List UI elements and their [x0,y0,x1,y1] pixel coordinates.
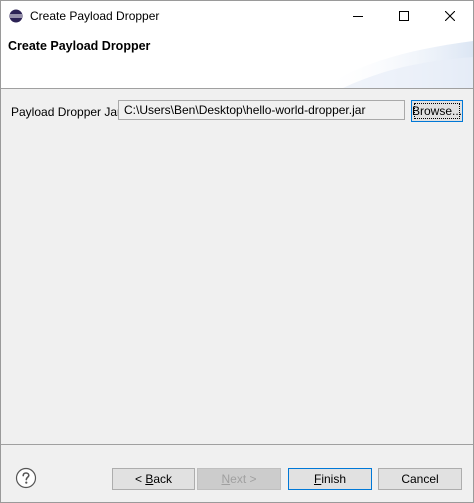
finish-button[interactable]: Finish [288,468,372,490]
wizard-header: Create Payload Dropper [1,31,473,88]
next-label-mnemonic: N [221,472,231,486]
maximize-button[interactable] [381,1,427,31]
title-bar[interactable]: Create Payload Dropper [1,1,473,31]
header-banner-graphic [323,41,473,88]
eclipse-icon [9,9,23,23]
back-button[interactable]: < Back [112,468,195,490]
finish-label-rest: inish [321,472,347,486]
minimize-button[interactable] [335,1,381,31]
help-icon[interactable] [15,467,37,489]
wizard-content: Payload Dropper Jar: Browse... [1,89,473,444]
next-button[interactable]: Next > [197,468,281,490]
next-label-rest: ext > [230,472,257,486]
page-title: Create Payload Dropper [8,39,151,53]
close-button[interactable] [427,1,473,31]
back-label-rest: ack [153,472,173,486]
back-label-prefix: < [134,472,146,486]
close-icon [445,11,455,21]
footer-separator [1,444,473,445]
cancel-button[interactable]: Cancel [378,468,462,490]
payload-dropper-jar-field[interactable] [118,100,405,120]
window-title: Create Payload Dropper [30,9,160,23]
payload-dropper-jar-label: Payload Dropper Jar: [11,105,125,119]
minimize-icon [353,16,363,17]
browse-button[interactable]: Browse... [411,100,463,122]
maximize-icon [399,11,409,21]
dialog-window: Create Payload Dropper Create Payload Dr… [0,0,474,503]
